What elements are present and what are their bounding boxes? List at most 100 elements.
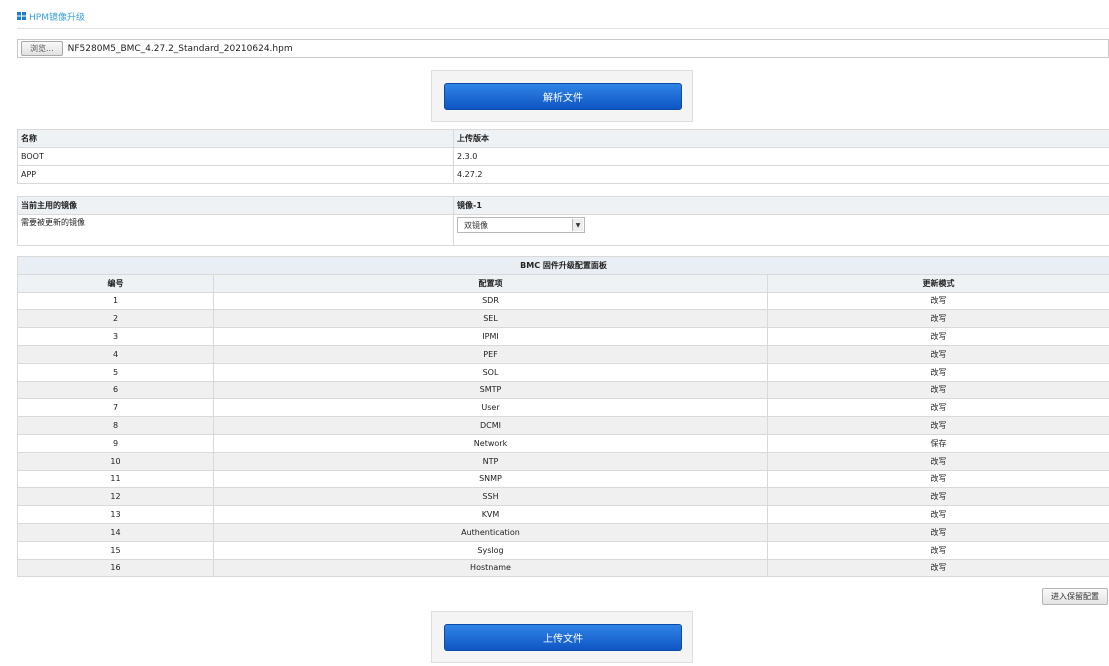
table-row: 6 SMTP 改写 bbox=[17, 380, 1109, 400]
table-row: 3 IPMI 改写 bbox=[17, 327, 1109, 346]
page-header: HPM镜像升级 bbox=[17, 10, 85, 23]
table-row: 15 Syslog 改写 bbox=[17, 540, 1109, 560]
update-mode: 改写 bbox=[766, 309, 1109, 329]
row-number: 4 bbox=[17, 344, 214, 364]
config-item: SEL bbox=[213, 309, 768, 329]
row-number: 11 bbox=[17, 469, 214, 489]
update-mode: 改写 bbox=[766, 416, 1109, 435]
config-item: SSH bbox=[213, 487, 768, 507]
row-number: 3 bbox=[17, 327, 214, 346]
row-number: 9 bbox=[17, 433, 214, 453]
current-image-value: 镜像-1 bbox=[453, 196, 1109, 215]
row-number: 6 bbox=[17, 380, 214, 400]
update-image-cell: 双镜像 ▼ bbox=[453, 214, 1109, 246]
config-item: SMTP bbox=[213, 380, 768, 400]
config-item: Syslog bbox=[213, 540, 768, 560]
dropdown-arrow-icon[interactable]: ▼ bbox=[572, 219, 583, 231]
version-table: 名称 上传版本 BOOT 2.3.0 APP 4.27.2 bbox=[17, 129, 1109, 184]
config-item: Hostname bbox=[213, 558, 768, 578]
table-row: 8 DCMI 改写 bbox=[17, 416, 1109, 435]
component-name: APP bbox=[17, 165, 454, 184]
grid-icon bbox=[17, 12, 26, 20]
table-row: 1 SDR 改写 bbox=[17, 291, 1109, 311]
config-item: User bbox=[213, 398, 768, 418]
column-header-name: 名称 bbox=[17, 129, 454, 148]
column-header-upload-version: 上传版本 bbox=[453, 129, 1109, 148]
table-row: 12 SSH 改写 bbox=[17, 487, 1109, 507]
upload-file-button[interactable]: 上传文件 bbox=[444, 624, 682, 651]
column-header-update-mode: 更新模式 bbox=[766, 273, 1109, 293]
row-number: 2 bbox=[17, 309, 214, 329]
table-row: 13 KVM 改写 bbox=[17, 505, 1109, 524]
config-item: NTP bbox=[213, 451, 768, 471]
enter-reserve-config-button[interactable]: 进入保留配置 bbox=[1042, 588, 1108, 605]
config-item: IPMI bbox=[213, 327, 768, 346]
update-mode: 改写 bbox=[766, 451, 1109, 471]
browse-button[interactable]: 浏览... bbox=[21, 41, 63, 56]
config-item: PEF bbox=[213, 344, 768, 364]
image-table: 当前主用的镜像 镜像-1 需要被更新的镜像 双镜像 ▼ bbox=[17, 196, 1109, 246]
table-row: 7 User 改写 bbox=[17, 398, 1109, 418]
config-item: SDR bbox=[213, 291, 768, 311]
bmc-table-header: 编号 配置项 更新模式 bbox=[17, 273, 1109, 293]
update-mode: 改写 bbox=[766, 505, 1109, 524]
update-image-label: 需要被更新的镜像 bbox=[17, 214, 454, 246]
component-version: 4.27.2 bbox=[453, 165, 1109, 184]
column-header-number: 编号 bbox=[17, 273, 214, 293]
table-row: 5 SOL 改写 bbox=[17, 362, 1109, 382]
config-item: DCMI bbox=[213, 416, 768, 435]
config-item: KVM bbox=[213, 505, 768, 524]
table-row: 10 NTP 改写 bbox=[17, 451, 1109, 471]
table-row: 2 SEL 改写 bbox=[17, 309, 1109, 329]
update-mode: 改写 bbox=[766, 327, 1109, 346]
row-number: 16 bbox=[17, 558, 214, 578]
update-image-row: 需要被更新的镜像 双镜像 ▼ bbox=[17, 214, 1109, 246]
parse-button-panel: 解析文件 bbox=[431, 70, 693, 122]
config-item: Authentication bbox=[213, 522, 768, 542]
config-item: SOL bbox=[213, 362, 768, 382]
bmc-table-title: BMC 固件升级配置面板 bbox=[16, 256, 1109, 275]
row-number: 1 bbox=[17, 291, 214, 311]
update-mode: 改写 bbox=[766, 522, 1109, 542]
table-row: 9 Network 保存 bbox=[17, 433, 1109, 453]
version-row-app: APP 4.27.2 bbox=[17, 165, 1109, 184]
row-number: 5 bbox=[17, 362, 214, 382]
image-table-header: 当前主用的镜像 镜像-1 bbox=[17, 196, 1109, 215]
file-picker[interactable]: 浏览... NF5280M5_BMC_4.27.2_Standard_20210… bbox=[17, 39, 1109, 58]
row-number: 8 bbox=[17, 416, 214, 435]
update-mode: 改写 bbox=[766, 291, 1109, 311]
selected-file-name: NF5280M5_BMC_4.27.2_Standard_20210624.hp… bbox=[67, 43, 293, 54]
update-mode: 改写 bbox=[766, 398, 1109, 418]
update-mode: 改写 bbox=[766, 469, 1109, 489]
upload-button-panel: 上传文件 bbox=[431, 611, 693, 663]
parse-file-button[interactable]: 解析文件 bbox=[444, 83, 682, 110]
update-mode: 保存 bbox=[766, 433, 1109, 453]
row-number: 12 bbox=[17, 487, 214, 507]
table-row: 16 Hostname 改写 bbox=[17, 558, 1109, 578]
config-item: SNMP bbox=[213, 469, 768, 489]
column-header-config-item: 配置项 bbox=[213, 273, 768, 293]
row-number: 15 bbox=[17, 540, 214, 560]
component-name: BOOT bbox=[17, 147, 454, 166]
image-select[interactable]: 双镜像 ▼ bbox=[457, 217, 585, 233]
update-mode: 改写 bbox=[766, 540, 1109, 560]
page-title: HPM镜像升级 bbox=[29, 12, 85, 23]
header-divider bbox=[17, 28, 1109, 29]
image-select-value: 双镜像 bbox=[464, 220, 488, 230]
row-number: 10 bbox=[17, 451, 214, 471]
update-mode: 改写 bbox=[766, 362, 1109, 382]
table-row: 4 PEF 改写 bbox=[17, 344, 1109, 364]
update-mode: 改写 bbox=[766, 380, 1109, 400]
table-row: 11 SNMP 改写 bbox=[17, 469, 1109, 489]
update-mode: 改写 bbox=[766, 487, 1109, 507]
row-number: 13 bbox=[17, 505, 214, 524]
bmc-table-title-row: BMC 固件升级配置面板 bbox=[16, 256, 1109, 275]
component-version: 2.3.0 bbox=[453, 147, 1109, 166]
bmc-config-table: BMC 固件升级配置面板 编号 配置项 更新模式 1 SDR 改写 2 SEL 改写 3 IP… bbox=[16, 256, 1109, 578]
update-mode: 改写 bbox=[766, 558, 1109, 578]
row-number: 14 bbox=[17, 522, 214, 542]
table-row: 14 Authentication 改写 bbox=[17, 522, 1109, 542]
version-table-header: 名称 上传版本 bbox=[17, 129, 1109, 148]
version-row-boot: BOOT 2.3.0 bbox=[17, 147, 1109, 166]
row-number: 7 bbox=[17, 398, 214, 418]
